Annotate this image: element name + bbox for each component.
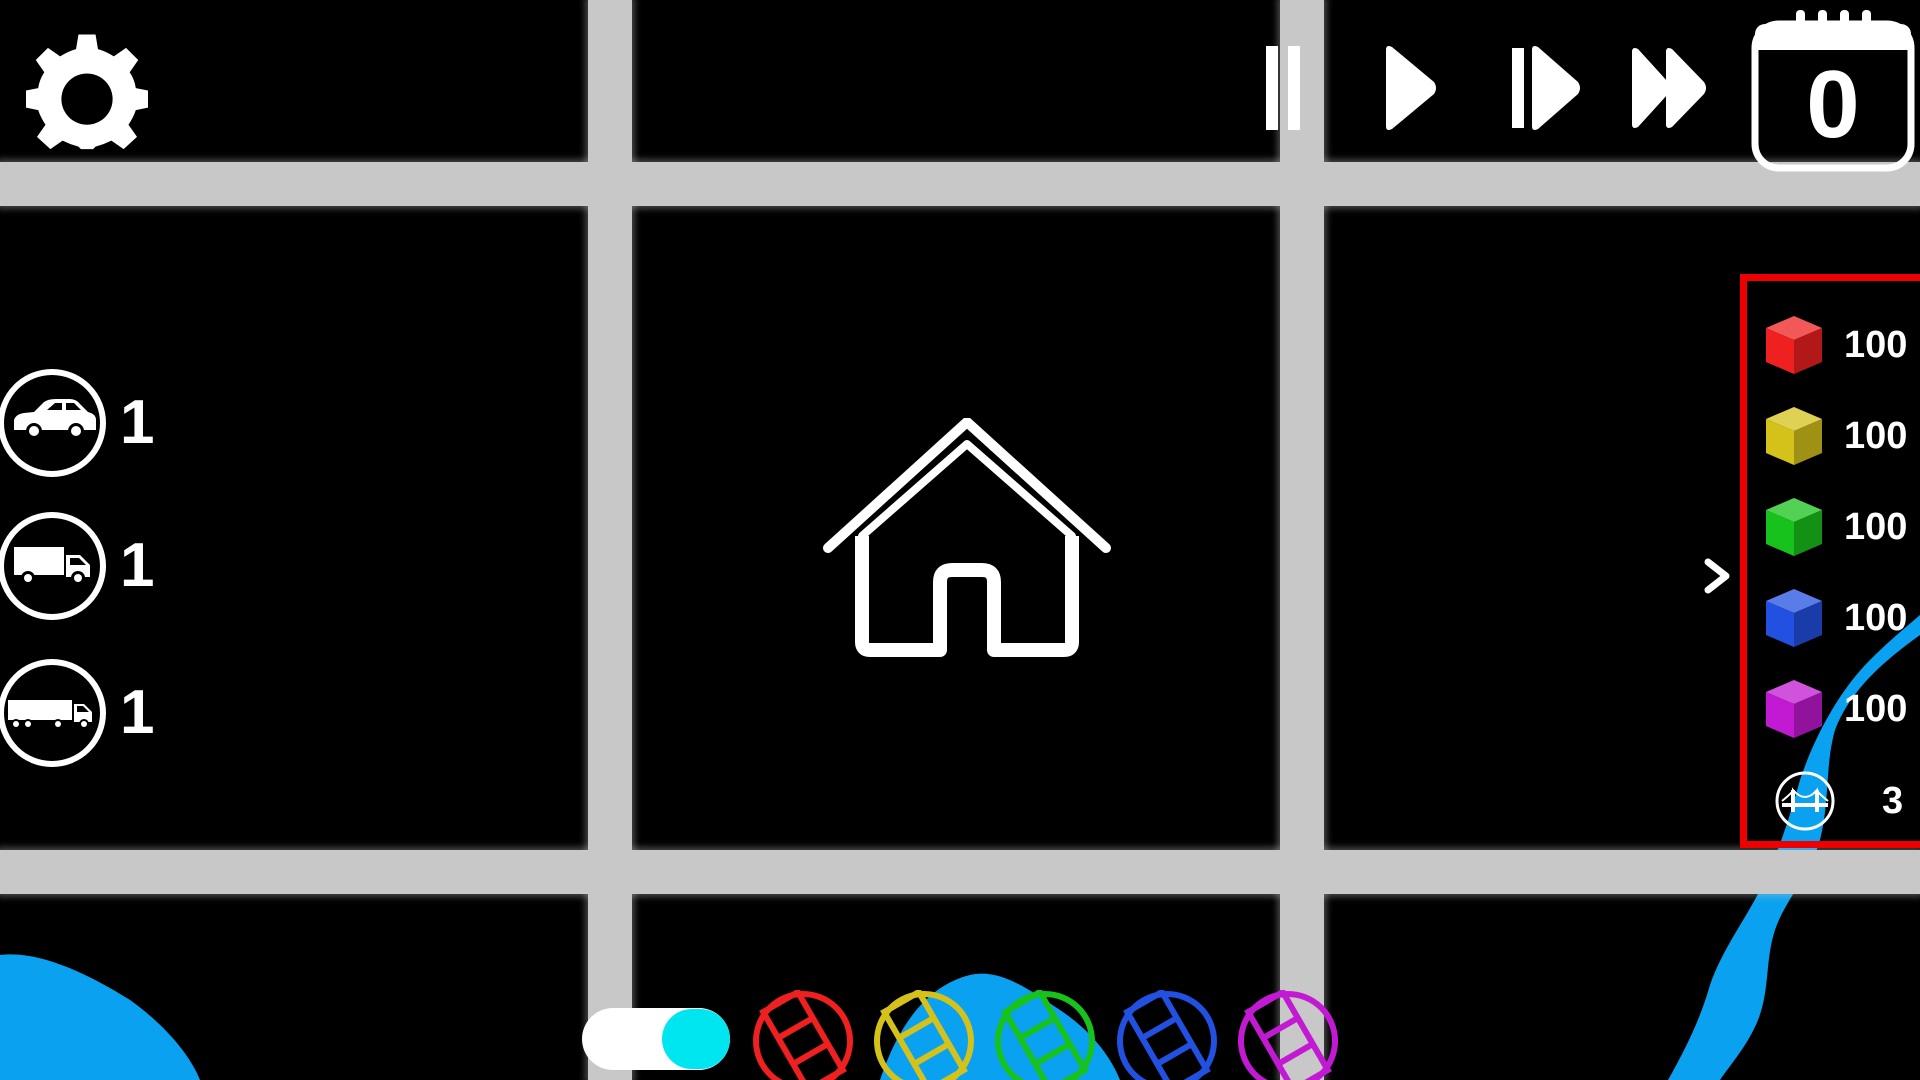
fast-forward-icon (1512, 46, 1580, 130)
semi-truck-icon (0, 658, 106, 767)
fastest-forward-icon (1632, 48, 1706, 128)
road-yellow-button[interactable] (873, 990, 975, 1080)
vehicle-truck[interactable]: 1 (0, 508, 154, 623)
pause-button[interactable] (1262, 40, 1308, 136)
play-icon (1386, 46, 1436, 130)
fast-forward-button[interactable] (1508, 40, 1586, 136)
day-counter-value: 0 (1806, 51, 1860, 158)
truck-count: 1 (120, 531, 155, 600)
purple-resource-value: 100 (1844, 687, 1908, 730)
semi-truck-count: 1 (120, 678, 155, 747)
vehicle-car[interactable]: 1 (0, 365, 154, 480)
house[interactable] (822, 418, 1112, 658)
gear-icon (26, 34, 148, 150)
panel-toggle-arrow[interactable] (1700, 556, 1734, 596)
fastest-forward-button[interactable] (1628, 40, 1710, 136)
chevron-right-icon (1704, 558, 1730, 594)
vehicle-semi-truck[interactable]: 1 (0, 655, 154, 770)
road-purple-icon (1238, 990, 1338, 1080)
yellow-resource-value: 100 (1844, 414, 1908, 457)
road-horizontal-2 (0, 850, 1920, 894)
red-cube-icon (1766, 316, 1822, 374)
pause-icon (1266, 46, 1300, 130)
green-resource-value: 100 (1844, 505, 1908, 548)
road-yellow-icon (874, 990, 974, 1080)
road-red-button[interactable] (752, 990, 854, 1080)
resource-blue[interactable]: 100 (1762, 587, 1907, 649)
play-button[interactable] (1380, 40, 1440, 136)
bridge-count-value: 3 (1882, 779, 1904, 822)
truck-icon (0, 511, 106, 620)
road-green-icon (995, 990, 1095, 1080)
blue-resource-value: 100 (1844, 596, 1908, 639)
resource-red[interactable]: 100 (1762, 314, 1907, 376)
road-purple-button[interactable] (1237, 990, 1339, 1080)
road-blue-button[interactable] (1116, 990, 1218, 1080)
bridge-count[interactable]: 3 (1774, 770, 1914, 832)
car-icon (0, 368, 106, 477)
resource-purple[interactable]: 100 (1762, 678, 1907, 740)
blue-cube-icon (1766, 589, 1822, 647)
road-red-icon (753, 990, 853, 1080)
road-horizontal-1 (0, 162, 1920, 206)
house-icon (823, 418, 1111, 657)
bridge-icon (1775, 771, 1835, 831)
toggle-knob (662, 1009, 730, 1069)
road-green-button[interactable] (994, 990, 1096, 1080)
road-blue-icon (1117, 990, 1217, 1080)
resource-yellow[interactable]: 100 (1762, 405, 1907, 467)
purple-cube-icon (1766, 680, 1822, 738)
car-count: 1 (120, 388, 155, 457)
mode-toggle[interactable] (582, 1008, 730, 1070)
red-resource-value: 100 (1844, 323, 1908, 366)
green-cube-icon (1766, 498, 1822, 556)
yellow-cube-icon (1766, 407, 1822, 465)
settings-button[interactable] (26, 32, 148, 154)
game-map[interactable]: 0 1 1 1 100 100 100 100 100 3 (0, 0, 1920, 1080)
calendar-day-counter[interactable]: 0 (1750, 8, 1916, 174)
resource-green[interactable]: 100 (1762, 496, 1907, 558)
